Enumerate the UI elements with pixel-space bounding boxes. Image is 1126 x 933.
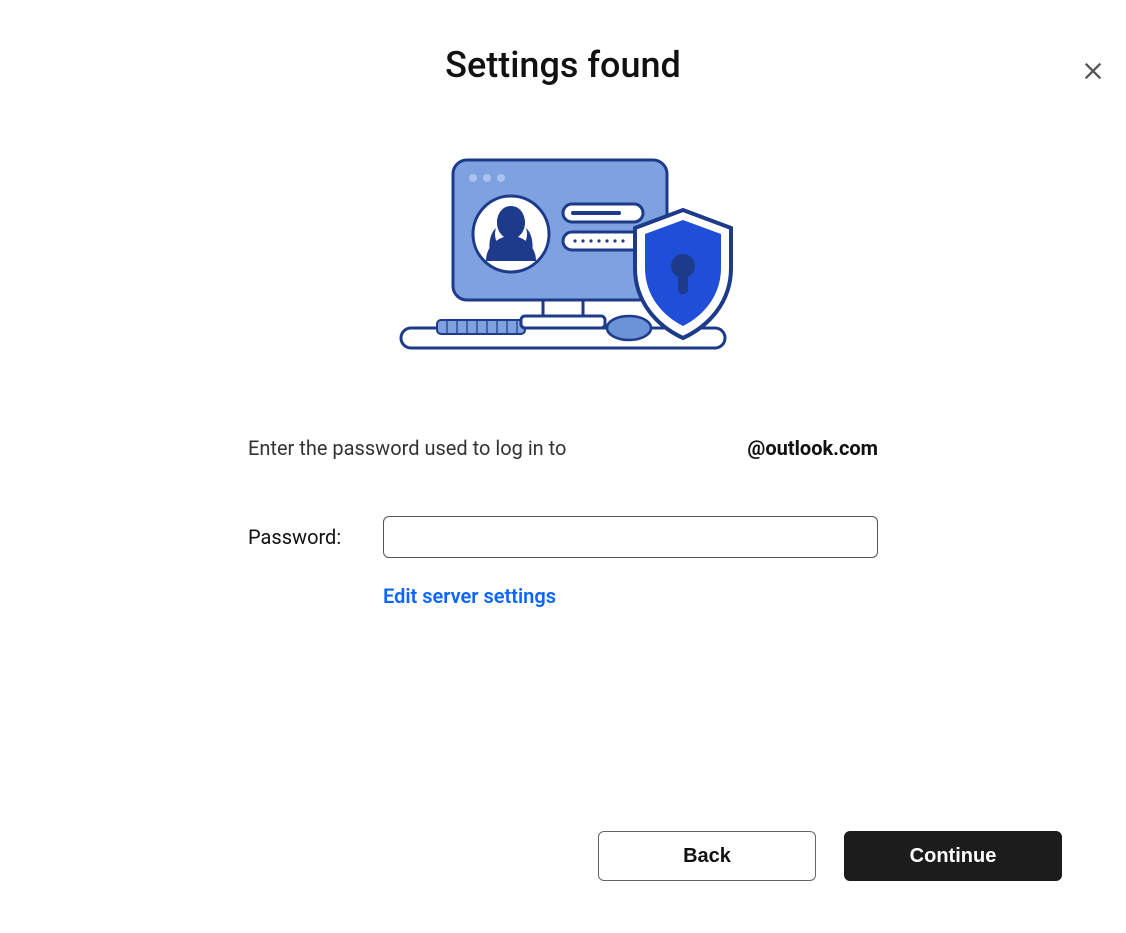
page-title: Settings found — [0, 44, 1126, 86]
back-button[interactable]: Back — [598, 831, 816, 881]
password-input[interactable] — [383, 516, 878, 558]
close-button[interactable] — [1078, 56, 1108, 89]
email-domain: @outlook.com — [747, 436, 878, 460]
password-label: Password: — [248, 525, 353, 549]
continue-button[interactable]: Continue — [844, 831, 1062, 881]
computer-shield-illustration — [393, 156, 733, 356]
instruction-text: Enter the password used to log in to @ou… — [248, 436, 878, 460]
edit-server-settings-link[interactable]: Edit server settings — [383, 584, 556, 608]
illustration — [0, 156, 1126, 356]
instruction-prefix: Enter the password used to log in to — [248, 436, 566, 460]
close-icon — [1082, 60, 1104, 82]
